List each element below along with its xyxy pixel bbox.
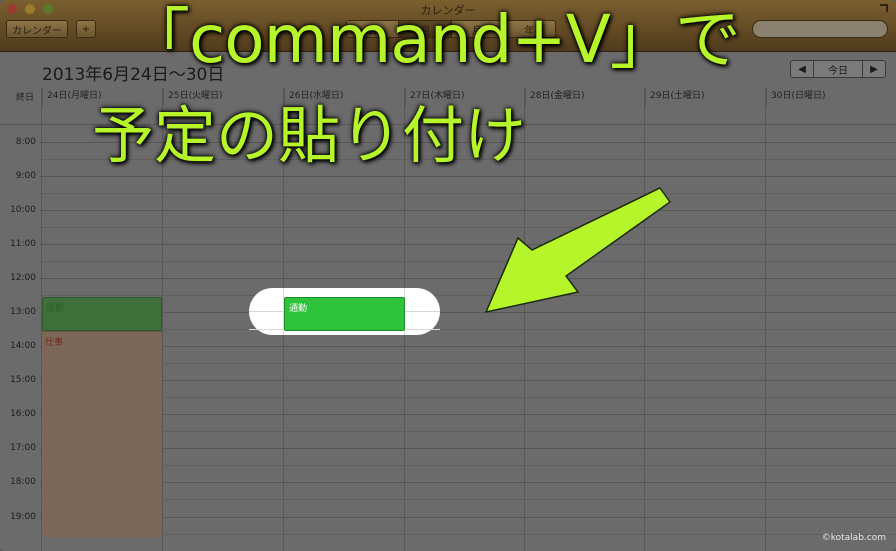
hour-line [40, 176, 896, 177]
half-hour-line [40, 499, 896, 500]
calendars-button[interactable]: カレンダー [6, 20, 68, 38]
hour-label: 9:00 [15, 171, 36, 181]
half-hour-line [40, 431, 896, 432]
hour-line [40, 244, 896, 245]
hour-label: 13:00 [10, 307, 36, 317]
hour-label: 17:00 [10, 443, 36, 453]
event-commute[interactable]: 通勤 [42, 297, 162, 331]
day-header-fri[interactable]: 28日(金曜日) [525, 88, 645, 106]
fullscreen-icon[interactable] [880, 4, 888, 12]
half-hour-line [40, 261, 896, 262]
half-hour-line [40, 465, 896, 466]
hour-label: 8:00 [15, 137, 36, 147]
event-pasted-commute[interactable]: 通勤 [284, 297, 405, 331]
previous-week-button[interactable]: ◀ [791, 61, 813, 77]
hour-line [40, 414, 896, 415]
copyright-text: ©kotalab.com [821, 533, 886, 543]
half-hour-line [40, 295, 896, 296]
hour-label: 10:00 [10, 205, 36, 215]
hour-label: 19:00 [10, 512, 36, 522]
hour-line [40, 517, 896, 518]
hour-label: 14:00 [10, 341, 36, 351]
annotation-title: 「command+V」で [124, 1, 741, 78]
hour-line [40, 278, 896, 279]
hour-line [40, 448, 896, 449]
hour-label: 16:00 [10, 409, 36, 419]
hour-label: 18:00 [10, 477, 36, 487]
half-hour-line [40, 193, 896, 194]
hour-line [40, 482, 896, 483]
annotation-subtitle: 予定の貼り付け [92, 99, 527, 172]
event-work[interactable]: 仕事 [42, 331, 162, 537]
add-event-button[interactable]: + [76, 20, 96, 38]
day-header-sun[interactable]: 30日(日曜日) [766, 88, 887, 106]
hour-line [40, 346, 896, 347]
hour-line [40, 380, 896, 381]
date-navigation: ◀ 今日 ▶ [790, 60, 886, 78]
hour-line [40, 210, 896, 211]
hour-label: 11:00 [10, 239, 36, 249]
day-header-sat[interactable]: 29日(土曜日) [645, 88, 766, 106]
next-week-button[interactable]: ▶ [863, 61, 885, 77]
half-hour-line [40, 397, 896, 398]
today-button[interactable]: 今日 [813, 61, 863, 77]
search-input[interactable] [752, 20, 888, 38]
hour-label: 15:00 [10, 375, 36, 385]
allday-label: 終日 [16, 93, 35, 103]
arrow-icon [484, 187, 672, 314]
half-hour-line [40, 534, 896, 535]
half-hour-line [40, 227, 896, 228]
hour-line [40, 312, 896, 313]
half-hour-line [40, 329, 896, 330]
half-hour-line [40, 363, 896, 364]
calendar-window: カレンダー カレンダー + 日 週 月 年 2013年6月24日〜30日 ◀ 今… [0, 0, 896, 551]
hour-label: 12:00 [10, 273, 36, 283]
